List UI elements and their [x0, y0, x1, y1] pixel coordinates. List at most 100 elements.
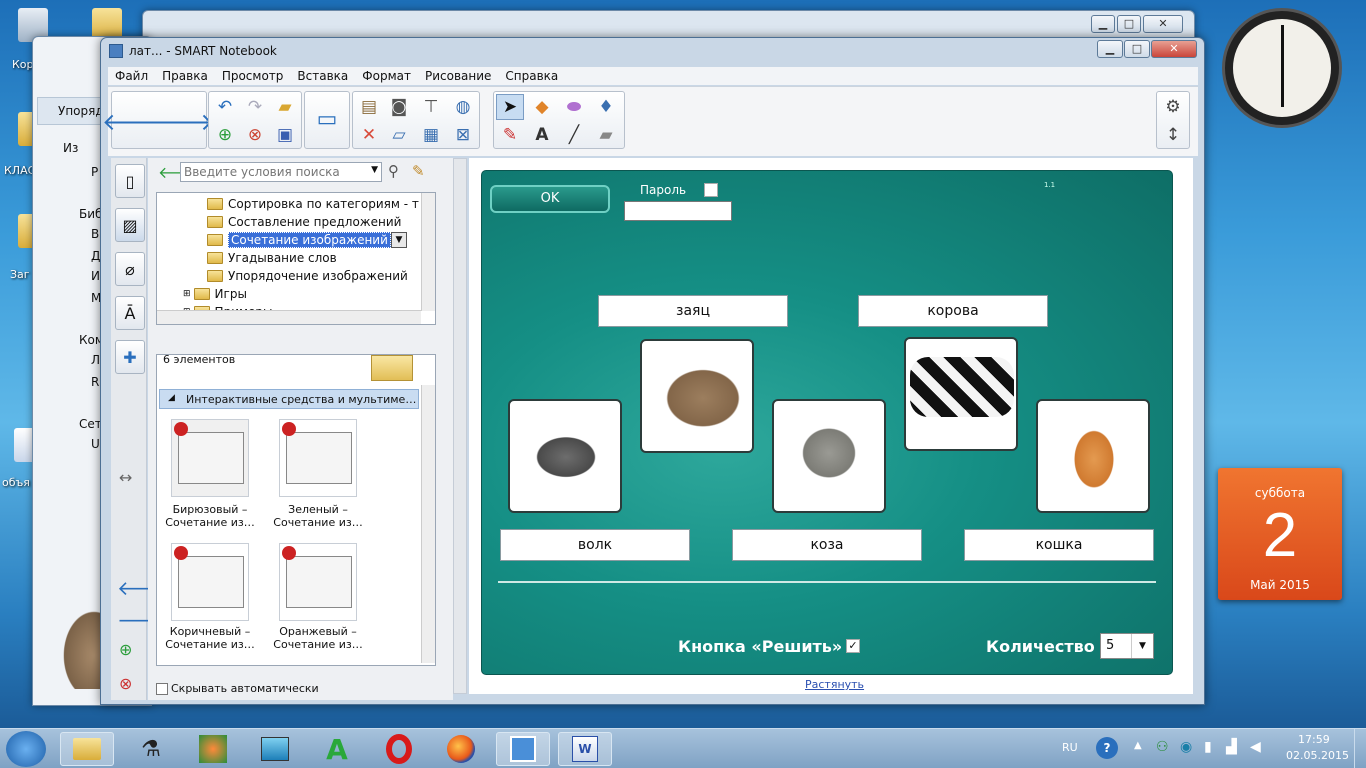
- fill-icon[interactable]: ♦: [592, 94, 620, 120]
- pens-icon[interactable]: ✎: [496, 122, 524, 148]
- show-desktop-button[interactable]: [1354, 729, 1366, 768]
- paste-icon[interactable]: ▤: [355, 94, 383, 120]
- word-box-wolf[interactable]: волк: [500, 529, 690, 561]
- gallery-thumb-green[interactable]: [279, 419, 357, 497]
- table-icon[interactable]: ▦: [417, 122, 445, 148]
- select-cursor-icon[interactable]: ➤: [496, 94, 524, 120]
- menu-file[interactable]: Файл: [108, 69, 155, 83]
- sync-icon[interactable]: ◉: [1180, 739, 1192, 755]
- camera-icon[interactable]: ◙: [385, 94, 413, 120]
- page-sorter-tab[interactable]: ▯: [115, 164, 145, 198]
- screen-shade-icon[interactable]: ▭: [313, 106, 341, 132]
- search-icon[interactable]: ⚲: [388, 162, 399, 180]
- eraser-icon[interactable]: ▰: [592, 122, 620, 148]
- count-select[interactable]: 5 ▼: [1100, 633, 1154, 659]
- gear-icon[interactable]: ⚙: [1159, 94, 1187, 120]
- move-toolbar-icon[interactable]: ↕: [1159, 122, 1187, 148]
- fullscreen-icon[interactable]: ⊠: [449, 122, 477, 148]
- taskbar-explorer[interactable]: [60, 732, 114, 766]
- menu-format[interactable]: Формат: [355, 69, 418, 83]
- explorer-item[interactable]: U: [91, 437, 100, 451]
- close-button[interactable]: ✕: [1151, 40, 1197, 58]
- menu-insert[interactable]: Вставка: [290, 69, 355, 83]
- image-card-cat[interactable]: [1036, 399, 1150, 513]
- maximize-button[interactable]: □: [1124, 40, 1150, 58]
- properties-tab[interactable]: Ā: [115, 296, 145, 330]
- doc-camera-icon[interactable]: ⊤: [417, 94, 445, 120]
- search-box[interactable]: ▼: [180, 162, 382, 182]
- taskbar-opera[interactable]: [372, 732, 426, 766]
- tray-time[interactable]: 17:59: [1298, 733, 1330, 746]
- minimize-button[interactable]: ▁: [1091, 15, 1115, 33]
- tree-item[interactable]: Упорядочение изображений: [207, 267, 408, 285]
- redo-icon[interactable]: ↷: [241, 94, 269, 120]
- tree-hscrollbar[interactable]: [157, 310, 421, 324]
- open-folder-icon[interactable]: ▰: [271, 94, 299, 120]
- volume-icon[interactable]: ◀: [1250, 739, 1261, 755]
- search-dropdown-icon[interactable]: ▼: [371, 165, 378, 175]
- expand-icon[interactable]: ⊞: [183, 289, 191, 299]
- word-box-cow[interactable]: корова: [858, 295, 1048, 327]
- undo-icon[interactable]: ↶: [211, 94, 239, 120]
- battery-icon[interactable]: ▮: [1204, 739, 1212, 755]
- gallery-thumb-orange[interactable]: [279, 543, 357, 621]
- taskbar-smart-notebook[interactable]: [496, 732, 550, 766]
- add-page-icon[interactable]: ⊕: [211, 122, 239, 148]
- tree-scrollbar[interactable]: [421, 193, 435, 311]
- explorer-item[interactable]: Д: [91, 249, 100, 263]
- page-canvas[interactable]: OK Пароль 1.1 заяц корова волк коза кошк…: [469, 158, 1193, 694]
- arrow-right-icon[interactable]: 🡒: [150, 108, 214, 136]
- explorer-item[interactable]: В: [91, 227, 99, 241]
- image-card-wolf[interactable]: [508, 399, 622, 513]
- save-icon[interactable]: ▣: [271, 122, 299, 148]
- attachments-tab[interactable]: ⌀: [115, 252, 145, 286]
- start-button[interactable]: [6, 731, 46, 767]
- title-bar[interactable]: лат... - SMART Notebook ▁ □ ✕: [101, 38, 1204, 66]
- tree-item[interactable]: Угадывание слов: [207, 249, 337, 267]
- taskbar-app[interactable]: [186, 732, 240, 766]
- eraser-pen-icon[interactable]: ⬬: [560, 94, 588, 120]
- resize-arrows-icon[interactable]: ↔: [119, 468, 132, 487]
- password-checkbox[interactable]: [704, 183, 718, 197]
- screen-capture-icon[interactable]: ▱: [385, 122, 413, 148]
- image-card-goat[interactable]: [772, 399, 886, 513]
- section-header[interactable]: ◢ Интерактивные средства и мультиме…: [159, 389, 419, 409]
- explorer-item[interactable]: Сет: [79, 417, 102, 431]
- globe-icon[interactable]: ◍: [449, 94, 477, 120]
- search-input[interactable]: [181, 163, 361, 181]
- delete-page-icon[interactable]: ⊗: [119, 674, 132, 693]
- delete-page-icon[interactable]: ⊗: [241, 122, 269, 148]
- chevron-down-icon[interactable]: ▼: [390, 232, 407, 248]
- arrow-left-icon[interactable]: 🡐: [102, 108, 166, 136]
- search-options-icon[interactable]: ✎: [412, 162, 425, 180]
- explorer-item[interactable]: Из: [63, 141, 78, 155]
- word-box-hare[interactable]: заяц: [598, 295, 788, 327]
- minimize-button[interactable]: ▁: [1097, 40, 1123, 58]
- panel-scrollbar[interactable]: [453, 158, 467, 694]
- tray-date[interactable]: 02.05.2015: [1286, 749, 1349, 762]
- taskbar-screen[interactable]: [248, 732, 302, 766]
- delete-icon[interactable]: ✕: [355, 122, 383, 148]
- chevron-down-icon[interactable]: ▼: [1131, 634, 1153, 658]
- gallery-thumb-turquoise[interactable]: [171, 419, 249, 497]
- ok-button[interactable]: OK: [490, 185, 610, 213]
- explorer-item[interactable]: Р: [91, 165, 98, 179]
- explorer-item[interactable]: Л: [91, 353, 100, 367]
- close-button[interactable]: ✕: [1143, 15, 1183, 33]
- tree-item[interactable]: ⊞ Игры: [183, 285, 247, 303]
- gallery-tab[interactable]: ▨: [115, 208, 145, 242]
- autohide-checkbox[interactable]: [156, 683, 168, 695]
- word-box-goat[interactable]: коза: [732, 529, 922, 561]
- network-icon[interactable]: ⚇: [1156, 739, 1169, 755]
- gallery-thumb-brown[interactable]: [171, 543, 249, 621]
- shapes-icon[interactable]: ◆: [528, 94, 556, 120]
- tray-arrow-icon[interactable]: ▲: [1134, 740, 1142, 751]
- items-scrollbar[interactable]: [421, 385, 435, 663]
- maximize-button[interactable]: □: [1117, 15, 1141, 33]
- word-box-cat[interactable]: кошка: [964, 529, 1154, 561]
- solve-checkbox[interactable]: ✓: [846, 639, 860, 653]
- addons-tab[interactable]: ✚: [115, 340, 145, 374]
- explorer-item[interactable]: R: [91, 375, 99, 389]
- image-card-hare[interactable]: [640, 339, 754, 453]
- explorer-item[interactable]: Биб: [79, 207, 102, 221]
